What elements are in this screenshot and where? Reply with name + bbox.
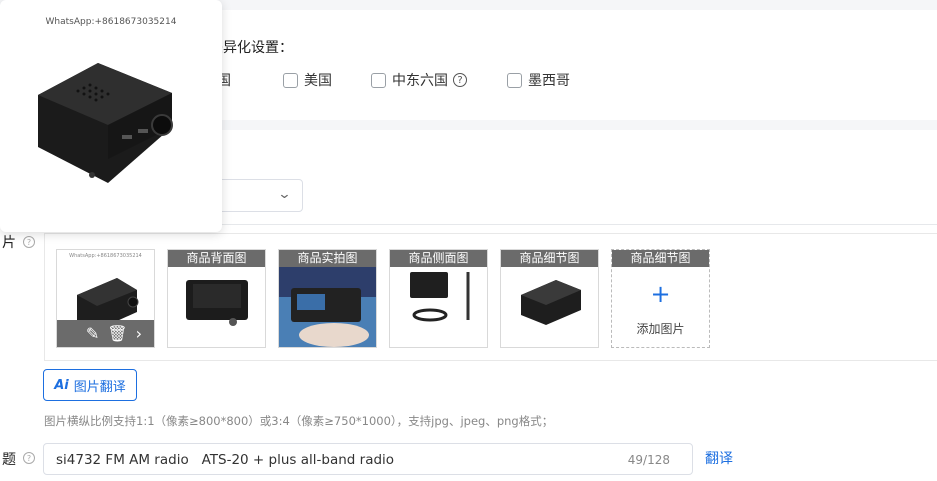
chevron-down-icon: ⌄ (277, 187, 292, 202)
product-title-input[interactable]: si4732 FM AM radio ATS-20 + plus all-ban… (43, 443, 693, 475)
edit-icon[interactable]: ✎ (86, 324, 99, 343)
image-toolbar: ✎ 🗑 › (57, 320, 154, 347)
watermark-text: WhatsApp:+8618673035214 (45, 17, 177, 27)
product-title-value: si4732 FM AM radio ATS-20 + plus all-ban… (56, 452, 395, 468)
image-translate-button[interactable]: Ai 图片翻译 (43, 369, 137, 401)
trash-icon[interactable]: 🗑 (107, 324, 127, 343)
country-option-mexico[interactable]: 墨西哥 (507, 70, 570, 90)
image-slot-header: 商品细节图 (612, 250, 709, 267)
image-slot-add[interactable]: 商品细节图 + 添加图片 (611, 249, 710, 348)
country-option-usa[interactable]: 美国 (283, 70, 332, 90)
product-photo (521, 280, 581, 325)
ai-icon: Ai (54, 377, 69, 393)
images-section-label: 片 (2, 235, 16, 251)
checkbox-usa[interactable] (283, 72, 298, 88)
country-label-usa: 美国 (304, 73, 332, 89)
country-option-middle-east[interactable]: 中东六国 ? (371, 70, 467, 90)
checkbox-middle-east[interactable] (371, 72, 386, 88)
image-requirements-hint: 图片横纵比例支持1:1（像素≥800*800）或3:4（像素≥750*1000）… (44, 414, 554, 428)
country-label-mexico: 墨西哥 (528, 73, 570, 89)
chevron-right-icon[interactable]: › (136, 324, 142, 343)
question-icon[interactable]: ? (23, 236, 35, 248)
image-slot-back[interactable]: 商品背面图 (167, 249, 266, 348)
character-count: 49/128 (627, 453, 670, 467)
country-label-middle-east: 中东六国 (392, 73, 448, 89)
product-preview-photo (38, 63, 173, 183)
title-section-label: 题 (2, 452, 16, 468)
image-slot-side[interactable]: 商品侧面图 (389, 249, 488, 348)
checkbox-mexico[interactable] (507, 72, 522, 88)
product-photo (186, 280, 248, 326)
divider (222, 224, 937, 225)
image-slot-main[interactable]: WhatsApp:+8618673035214 ✎ 🗑 › (56, 249, 155, 348)
image-slot-real-shot[interactable]: 商品实拍图 (278, 249, 377, 348)
product-photo (279, 267, 376, 347)
plus-icon: + (650, 280, 671, 308)
translate-link[interactable]: 翻译 (705, 448, 733, 468)
image-slot-detail[interactable]: 商品细节图 (500, 249, 599, 348)
question-icon[interactable]: ? (23, 452, 35, 464)
add-image-label: 添加图片 (636, 322, 685, 336)
product-photo (410, 272, 470, 322)
image-preview-popup: WhatsApp:+8618673035214 (0, 0, 222, 232)
image-translate-label: 图片翻译 (73, 379, 126, 395)
question-icon[interactable]: ? (453, 73, 467, 87)
